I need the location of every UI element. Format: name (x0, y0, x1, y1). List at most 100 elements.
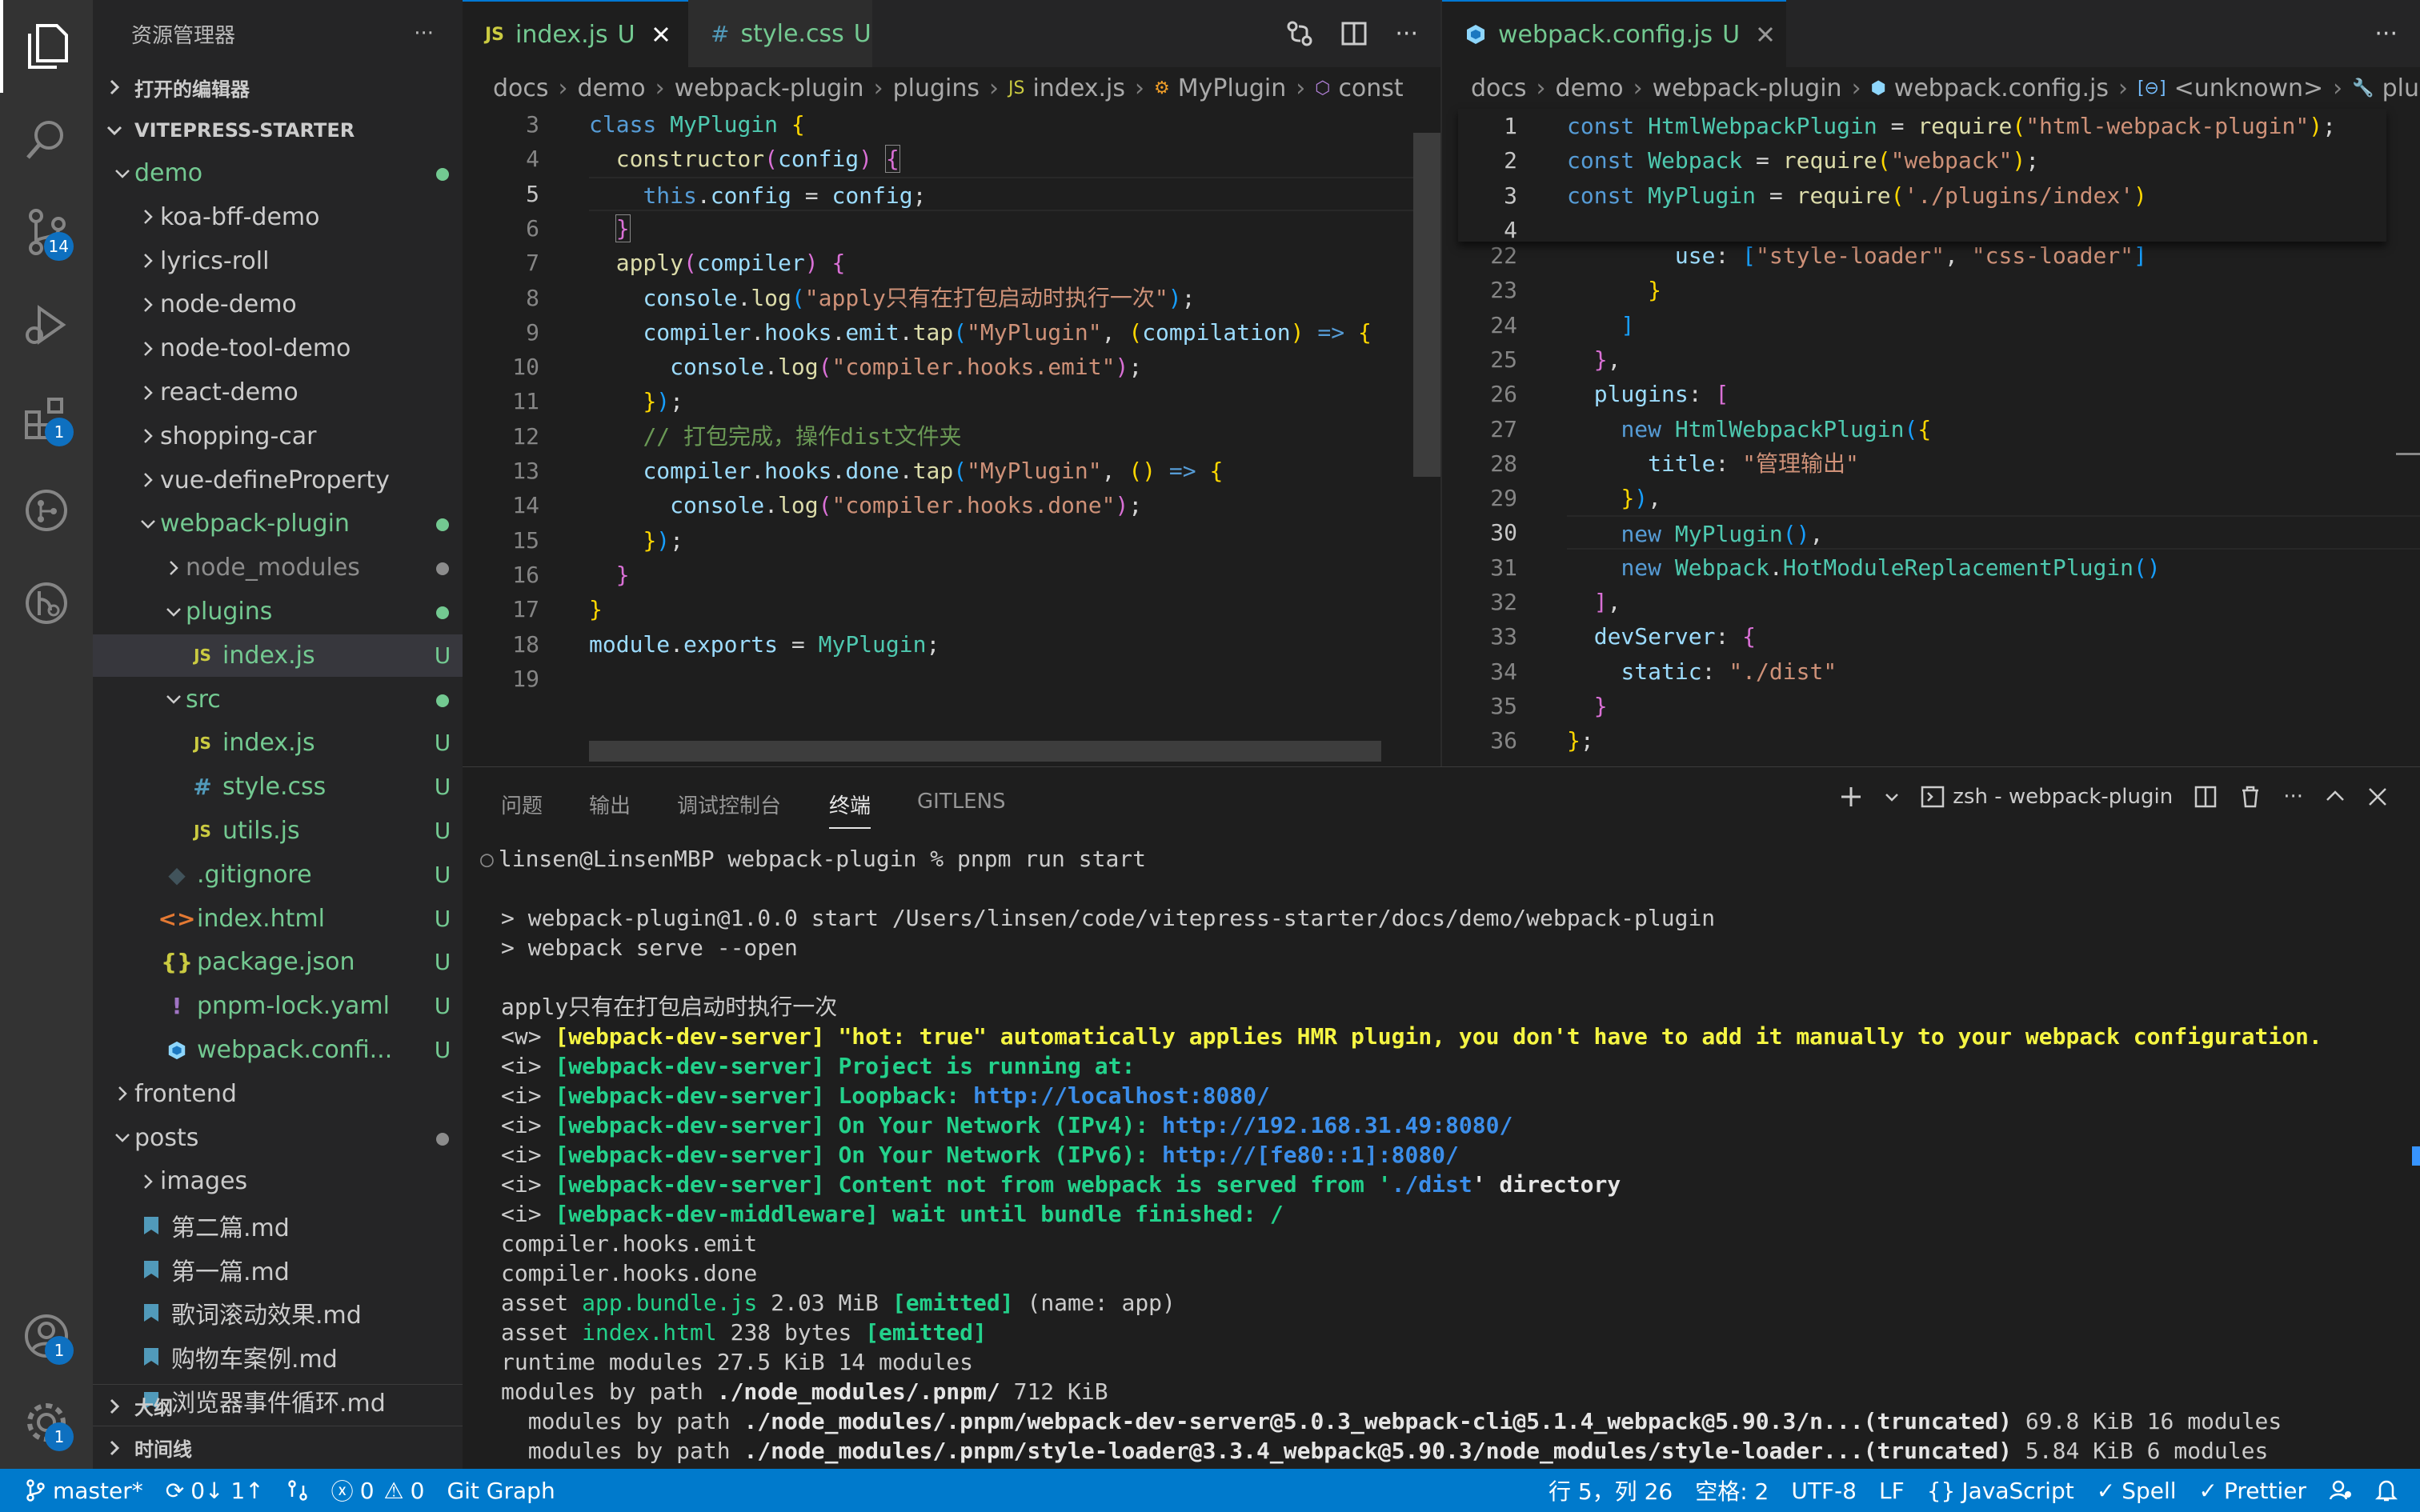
tree-folder[interactable]: frontend (93, 1073, 463, 1115)
breadcrumb-item[interactable]: docs (1471, 74, 1527, 102)
tab-style-css[interactable]: # style.css U (688, 0, 872, 67)
breadcrumb-item[interactable]: plugins (893, 74, 980, 102)
tree-folder[interactable]: posts (93, 1117, 463, 1159)
cursor-position[interactable]: 行 5，列 26 (1549, 1474, 1673, 1506)
breadcrumb-item[interactable]: demo (578, 74, 646, 102)
more-actions-icon[interactable]: ··· (2374, 0, 2398, 67)
git-graph-status[interactable]: Git Graph (447, 1478, 555, 1504)
breadcrumb-item[interactable]: MyPlugin (1178, 74, 1286, 102)
tab-index-js[interactable]: JS index.js U (463, 0, 688, 67)
tab-webpack-config[interactable]: webpack.config.js U (1442, 0, 1786, 67)
terminal-selector[interactable]: zsh - webpack-plugin (1921, 785, 2173, 809)
encoding[interactable]: UTF-8 (1791, 1478, 1857, 1504)
tree-folder[interactable]: vue-defineProperty (93, 459, 463, 502)
breadcrumb-item[interactable]: <unknown> (2174, 74, 2324, 102)
open-changes-icon[interactable] (1286, 20, 1313, 47)
chevron-down-icon[interactable] (1884, 789, 1900, 805)
tree-folder[interactable]: images (93, 1160, 463, 1202)
left-code-editor[interactable]: 3 class MyPlugin {4 constructor(config) {… (463, 109, 1440, 766)
git-branch[interactable]: master* (26, 1478, 143, 1504)
tree-file[interactable]: webpack.confi... U (93, 1029, 463, 1071)
tab-debug-console[interactable]: 调试控制台 (677, 790, 781, 819)
more-actions-icon[interactable]: ··· (1395, 20, 1418, 48)
tree-folder[interactable]: lyrics-roll (93, 240, 463, 282)
problems-status[interactable]: ⓧ 0 ⚠ 0 (331, 1474, 425, 1506)
trash-icon[interactable] (2238, 785, 2262, 809)
account-icon[interactable] (2329, 1478, 2353, 1502)
tab-output[interactable]: 输出 (589, 790, 631, 819)
chevron-down-icon (162, 688, 186, 710)
tree-file[interactable]: <> index.html U (93, 898, 463, 940)
search-icon[interactable] (0, 93, 93, 186)
git-compare-icon[interactable] (286, 1479, 309, 1502)
tree-file[interactable]: 第一篇.md (93, 1248, 463, 1290)
git-status: U (434, 993, 451, 1020)
run-debug-icon[interactable] (0, 278, 93, 371)
tree-folder[interactable]: react-demo (93, 371, 463, 414)
split-editor-icon[interactable] (1340, 20, 1368, 47)
end-of-line[interactable]: LF (1879, 1478, 1905, 1504)
tree-file[interactable]: JS utils.js U (93, 810, 463, 852)
close-icon[interactable] (651, 25, 671, 44)
sync-status[interactable]: ⟳ 0↓ 1↑ (166, 1478, 264, 1504)
code-line: title: "管理输出" (1648, 450, 1859, 477)
notifications-bell-icon[interactable] (2375, 1478, 2398, 1502)
tree-folder[interactable]: plugins (93, 590, 463, 633)
explorer-icon[interactable] (0, 0, 93, 93)
breadcrumb-item[interactable]: webpack.config.js (1894, 74, 2109, 102)
prettier-status[interactable]: ✓ Prettier (2199, 1478, 2306, 1504)
spell-status[interactable]: ✓ Spell (2097, 1478, 2177, 1504)
tree-file[interactable]: # style.css U (93, 766, 463, 808)
maximize-panel-icon[interactable] (2324, 786, 2346, 808)
tree-folder[interactable]: shopping-car (93, 415, 463, 458)
tab-gitlens[interactable]: GITLENS (917, 790, 1006, 814)
breadcrumb-item[interactable]: plu (2382, 74, 2419, 102)
open-editors-section[interactable]: 打开的编辑器 (93, 66, 463, 109)
outline-section[interactable]: 大纲 (93, 1384, 463, 1427)
breadcrumb-item[interactable]: demo (1556, 74, 1624, 102)
settings-gear-icon[interactable]: 1 (0, 1376, 93, 1469)
tab-problems[interactable]: 问题 (501, 790, 543, 819)
tree-folder[interactable]: webpack-plugin (93, 502, 463, 545)
breadcrumb-item[interactable]: const (1338, 74, 1403, 102)
terminal-text: compiler.hooks.done (501, 1260, 758, 1286)
tree-file[interactable]: {} package.json U (93, 941, 463, 983)
accounts-icon[interactable]: 1 (0, 1290, 93, 1382)
tree-folder[interactable]: demo (93, 152, 463, 194)
tree-file[interactable]: ! pnpm-lock.yaml U (93, 985, 463, 1027)
tree-file[interactable]: JS index.js U (93, 634, 463, 677)
tree-file[interactable]: 第二篇.md (93, 1204, 463, 1246)
source-control-icon[interactable]: 14 (0, 186, 93, 278)
timeline-section[interactable]: 时间线 (93, 1426, 463, 1469)
tree-folder[interactable]: node-tool-demo (93, 327, 463, 370)
sticky-scroll-header[interactable]: 1 const HtmlWebpackPlugin = require("html… (1458, 109, 2386, 242)
breadcrumb-item[interactable]: webpack-plugin (1653, 74, 1842, 102)
tree-file[interactable]: JS index.js U (93, 722, 463, 764)
tree-file[interactable]: 购物车案例.md (93, 1336, 463, 1378)
breadcrumb-item[interactable]: docs (493, 74, 549, 102)
close-panel-icon[interactable] (2367, 786, 2388, 807)
tree-folder[interactable]: src (93, 678, 463, 721)
extensions-icon[interactable]: 1 (0, 371, 93, 464)
gitlens-icon[interactable] (0, 557, 93, 650)
explorer-more-button[interactable]: ··· (414, 22, 434, 46)
tree-file[interactable]: 歌词滚动效果.md (93, 1292, 463, 1334)
git-graph-icon[interactable] (0, 464, 93, 557)
language-mode[interactable]: {} JavaScript (1927, 1478, 2074, 1504)
new-terminal-plus-icon[interactable] (1839, 785, 1863, 809)
horizontal-scrollbar[interactable] (589, 741, 1381, 762)
indentation[interactable]: 空格: 2 (1695, 1474, 1769, 1506)
tree-folder[interactable]: node_modules (93, 546, 463, 589)
terminal-output[interactable]: ○ linsen@LinsenMBP webpack-plugin % pnpm … (480, 844, 2404, 1466)
tree-folder[interactable]: koa-bff-demo (93, 196, 463, 238)
split-terminal-icon[interactable] (2194, 785, 2218, 809)
breadcrumb-item[interactable]: index.js (1032, 74, 1125, 102)
tree-file[interactable]: ◆ .gitignore U (93, 854, 463, 896)
close-icon[interactable] (1756, 25, 1775, 44)
project-section[interactable]: VITEPRESS-STARTER (93, 109, 463, 152)
tab-status: U (1722, 20, 1741, 49)
more-actions-icon[interactable]: ··· (2283, 785, 2303, 809)
tab-terminal[interactable]: 终端 (829, 790, 871, 829)
tree-folder[interactable]: node-demo (93, 283, 463, 326)
breadcrumb-item[interactable]: webpack-plugin (675, 74, 864, 102)
